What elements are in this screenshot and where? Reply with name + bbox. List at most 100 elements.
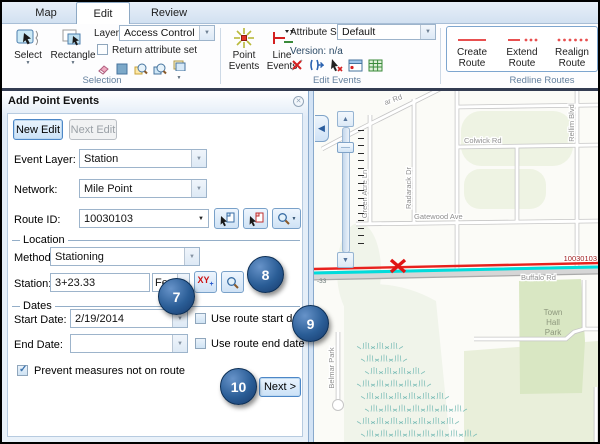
zoom-slider-tick [358,168,364,169]
select-tool-button[interactable]: Select ▼ [8,27,48,65]
delete-event-icon[interactable] [290,58,304,72]
version-label: Version: n/a [290,46,343,57]
station-input[interactable] [50,273,150,292]
event-window-icon[interactable] [348,59,363,72]
layer-label: Layer: [94,28,122,39]
route-number-label: 10030103 [564,254,597,263]
new-edit-button[interactable]: New Edit [13,119,63,140]
parkland-polygon [344,284,450,442]
zoom-slider-tick [358,243,364,244]
street-label-ar-rd: ar Rd [383,92,403,107]
route-id-arrow-icon: ▼ [194,216,208,222]
rectangle-tool-button[interactable]: Rectangle ▼ [50,27,96,65]
ribbon-tabbar: Map Edit Review [2,2,598,24]
event-layer-select[interactable]: Station ▼ [79,149,207,168]
method-select[interactable]: Stationing ▼ [50,247,200,266]
zoom-slider-tick [358,175,364,176]
zoom-slider-handle[interactable] [337,142,354,153]
rectangle-dropdown-caret[interactable]: ▼ [50,61,96,65]
layer-select[interactable]: Access Control ▼ [119,25,215,41]
select-route-blue-icon [219,211,235,227]
collapse-panel-arrow[interactable]: ◀ [315,115,329,142]
network-label: Network: [14,184,57,196]
pan-to-selection-icon[interactable] [153,62,167,76]
selection-layers-button[interactable]: ▼ [172,58,186,80]
use-route-start-date-checkbox[interactable] [195,313,206,324]
event-table-icon[interactable] [368,59,383,72]
next-edit-button[interactable]: Next Edit [69,119,117,140]
route-zoom-menu-button[interactable]: ▼ [272,208,301,229]
tab-map[interactable]: Map [18,2,74,24]
station-label: Station: [14,278,51,290]
end-date-picker[interactable]: ▼ [70,334,188,353]
panel-close-icon[interactable]: ✕ [293,96,304,107]
svg-text:Park: Park [545,328,562,337]
use-route-end-date-checkbox[interactable] [195,338,206,349]
attribute-set-select[interactable]: Default ▼ [337,24,436,40]
select-tool-icon [16,27,40,49]
select-route-on-map-button[interactable] [214,208,239,229]
route-zoom-caret-icon: ▼ [292,216,297,222]
network-select[interactable]: Mile Point ▼ [79,179,207,198]
map-canvas[interactable]: ar Rd Green Acre Ln Radarack Dr Colwick … [314,91,598,442]
tab-edit[interactable]: Edit [76,2,130,24]
return-attribute-set-checkbox[interactable] [97,44,108,55]
station-zoom-button[interactable] [221,271,244,293]
extend-route-button[interactable]: Extend Route [497,27,547,71]
zoom-slider-tick [358,198,364,199]
method-label: Method: [14,252,54,264]
clear-selection-eraser-icon[interactable] [96,62,110,76]
end-date-arrow-icon: ▼ [172,335,187,352]
redline-routes-gallery: Create Route Extend Route Realign Route [446,26,598,72]
magnifier-icon [277,212,290,225]
select-by-rectangle-icon[interactable] [115,62,129,76]
create-route-icon [455,36,489,44]
route-id-combo[interactable]: 10030103 ▼ [79,209,209,228]
svg-text:Hall: Hall [546,318,560,327]
redline-routes-group-label: Redline Routes [482,75,600,86]
start-date-label: Start Date: [14,314,67,326]
zoom-slider-tick [358,153,364,154]
zoom-slider-tick [358,205,364,206]
return-attribute-set-label: Return attribute set [112,45,197,56]
zoom-in-button[interactable]: ▲ [337,111,354,127]
tab-review[interactable]: Review [140,2,198,24]
dates-legend: Dates [20,300,55,312]
clear-route-selection-button[interactable] [243,208,268,229]
point-events-icon [233,27,255,49]
app-window: Map Edit Review Select ▼ Rectangle ▼ Lay… [0,0,600,444]
use-route-end-date-label: Use route end date [211,338,305,350]
event-layer-arrow-icon: ▼ [191,150,206,167]
prevent-measures-checkbox[interactable] [17,365,28,376]
select-route-red-icon [248,211,264,227]
town-hall-park-label: Town Hall Park [544,308,563,337]
select-event-remove-icon[interactable] [329,58,343,72]
zoom-slider-tick [358,183,364,184]
zoom-slider-tick [358,160,364,161]
map-view[interactable]: ar Rd Green Acre Ln Radarack Dr Colwick … [314,91,598,442]
zoom-to-selection-icon[interactable] [134,62,148,76]
extend-route-icon [505,36,539,44]
method-arrow-icon: ▼ [184,248,199,265]
selection-group-label: Selection [42,75,162,86]
next-button[interactable]: Next > [259,377,301,397]
point-events-button[interactable]: Point Events [226,27,262,72]
callout-7: 7 [158,278,195,315]
zoom-slider-tick [358,190,364,191]
select-dropdown-caret[interactable]: ▼ [8,61,48,65]
realign-route-icon [555,36,589,44]
route-id-label: Route ID: [14,214,60,226]
xy-coordinates-button[interactable]: XY+ [194,271,217,293]
zoom-out-button[interactable]: ▼ [337,252,354,268]
create-route-button[interactable]: Create Route [447,27,497,71]
realign-route-button[interactable]: Realign Route [547,27,597,71]
zoom-slider-tick [358,130,364,131]
route-measure-label: -33 [317,278,327,285]
street-label-rellim-blvd: Rellim Blvd [567,104,576,142]
callout-8: 8 [247,256,284,293]
ribbon: Select ▼ Rectangle ▼ Layer: Access Contr… [2,24,598,88]
prevent-measures-label: Prevent measures not on route [34,365,185,377]
attribute-set-arrow-icon: ▼ [420,25,435,39]
street-label-buffalo-rd: Buffalo Rd [521,273,556,282]
merge-events-icon[interactable] [309,58,324,72]
